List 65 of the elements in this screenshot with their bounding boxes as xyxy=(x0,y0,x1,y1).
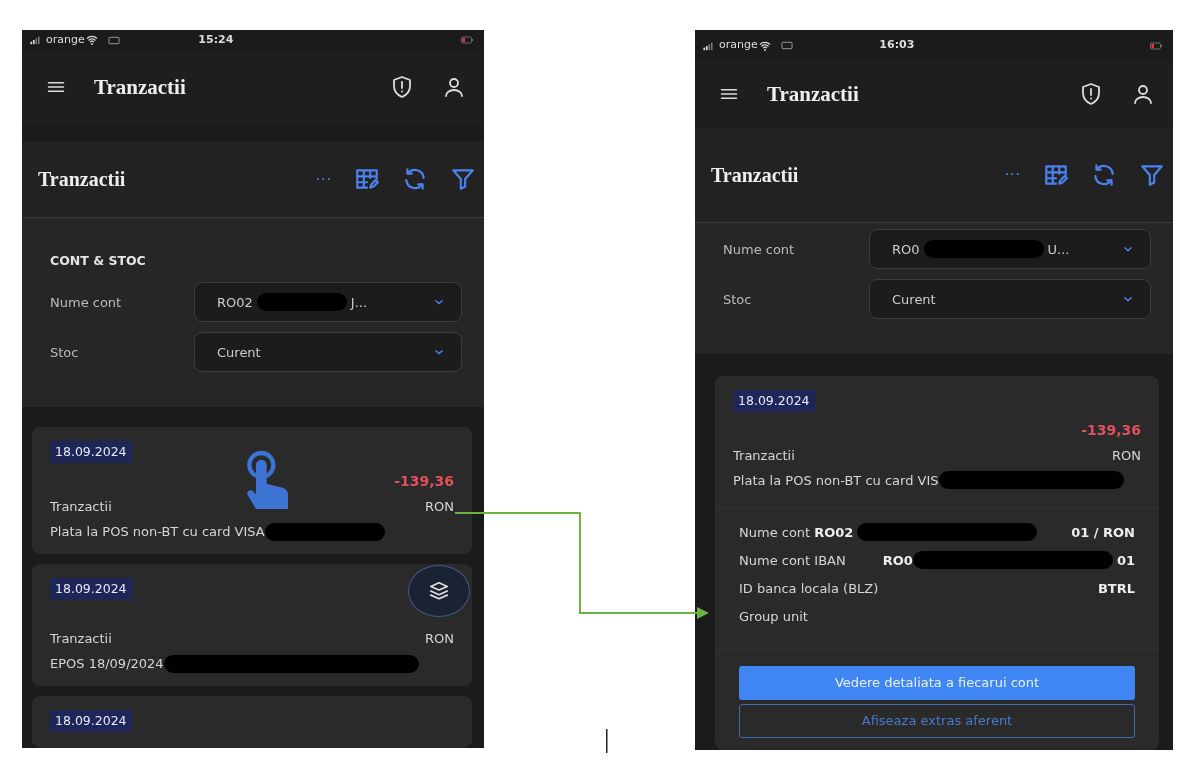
panel-title: Tranzactii xyxy=(711,162,800,188)
text-cursor xyxy=(606,729,608,753)
field-label: Stoc xyxy=(50,343,80,362)
filter-icon[interactable] xyxy=(450,166,476,193)
wifi-icon xyxy=(757,39,772,52)
detail-value: 01 / RON xyxy=(1071,524,1135,542)
currency-label: RON xyxy=(425,498,454,516)
transaction-description: Plata la POS non-BT cu card VIS xyxy=(733,472,939,490)
transaction-amount: -139,36 xyxy=(1080,421,1141,440)
panel-title: Tranzactii xyxy=(38,167,127,193)
date-badge: 18.09.2024 xyxy=(50,710,132,732)
date-badge: 18.09.2024 xyxy=(733,390,815,412)
select-field[interactable]: Curent xyxy=(869,279,1151,320)
select-value: Curent xyxy=(217,343,261,362)
shield-alert-icon[interactable] xyxy=(1079,82,1103,107)
clock-time: 16:03 xyxy=(878,37,916,54)
transaction-type: Tranzactii xyxy=(50,498,112,516)
detail-value: BTRL xyxy=(1097,580,1135,598)
field-label: Stoc xyxy=(723,290,753,309)
transaction-description: EPOS 18/09/2024 xyxy=(50,655,164,673)
transaction-card[interactable]: 18.09.2024 xyxy=(32,696,472,748)
app-title: Tranzactii xyxy=(94,73,187,101)
wifi-icon xyxy=(84,34,99,47)
detail-value: RO0 xyxy=(882,552,913,570)
date-badge: 18.09.2024 xyxy=(50,578,132,600)
carrier-name: orange xyxy=(46,32,85,49)
detail-label: ID banca locala (BLZ) xyxy=(739,580,879,598)
field-label: Nume cont xyxy=(723,240,796,259)
transaction-card[interactable]: 18.09.2024 Tranzactii RON EPOS 18/09/2024 xyxy=(32,564,472,686)
currency-label: RON xyxy=(425,630,454,648)
date-badge: 18.09.2024 xyxy=(50,441,132,463)
more-button[interactable]: ··· xyxy=(315,168,332,190)
signal-icon xyxy=(701,40,715,51)
user-icon[interactable] xyxy=(1131,82,1155,107)
carrier-name: orange xyxy=(719,37,758,54)
layers-icon xyxy=(428,580,450,602)
select-value: U... xyxy=(1047,240,1070,259)
refresh-icon[interactable] xyxy=(1091,161,1117,188)
select-field[interactable]: RO0 U... xyxy=(869,229,1151,270)
detail-value: 01 xyxy=(1116,552,1135,570)
select-field[interactable]: RO02 J... xyxy=(194,282,462,323)
more-button[interactable]: ··· xyxy=(1004,164,1021,186)
app-title: Tranzactii xyxy=(767,80,860,108)
clock-time: 15:24 xyxy=(197,32,235,49)
field-label: Nume cont xyxy=(50,293,123,312)
refresh-icon[interactable] xyxy=(402,166,428,193)
select-field[interactable]: Curent xyxy=(194,332,462,373)
transaction-amount: -139,36 xyxy=(393,472,454,491)
select-value: Curent xyxy=(892,290,936,309)
signal-icon xyxy=(28,35,42,46)
user-icon[interactable] xyxy=(442,75,466,100)
select-value: RO02 xyxy=(217,293,253,312)
transaction-card[interactable]: 18.09.2024 -139,36 Tranzactii RON Plata la POS non-BT cu card VISA xyxy=(32,427,472,554)
transaction-type: Tranzactii xyxy=(50,630,112,648)
section-title: CONT & STOC xyxy=(50,251,147,270)
detail-label: Nume cont xyxy=(739,524,811,542)
transaction-type: Tranzactii xyxy=(733,447,795,465)
select-value: RO0 xyxy=(892,240,920,259)
select-value: J... xyxy=(350,293,368,312)
detail-label: Nume cont IBAN xyxy=(739,552,846,570)
shield-alert-icon[interactable] xyxy=(390,75,414,100)
transaction-description: Plata la POS non-BT cu card VISA xyxy=(50,523,265,541)
currency-label: RON xyxy=(1112,447,1141,465)
detail-label: Group unit xyxy=(739,608,808,626)
detail-value: RO02 xyxy=(814,524,854,542)
